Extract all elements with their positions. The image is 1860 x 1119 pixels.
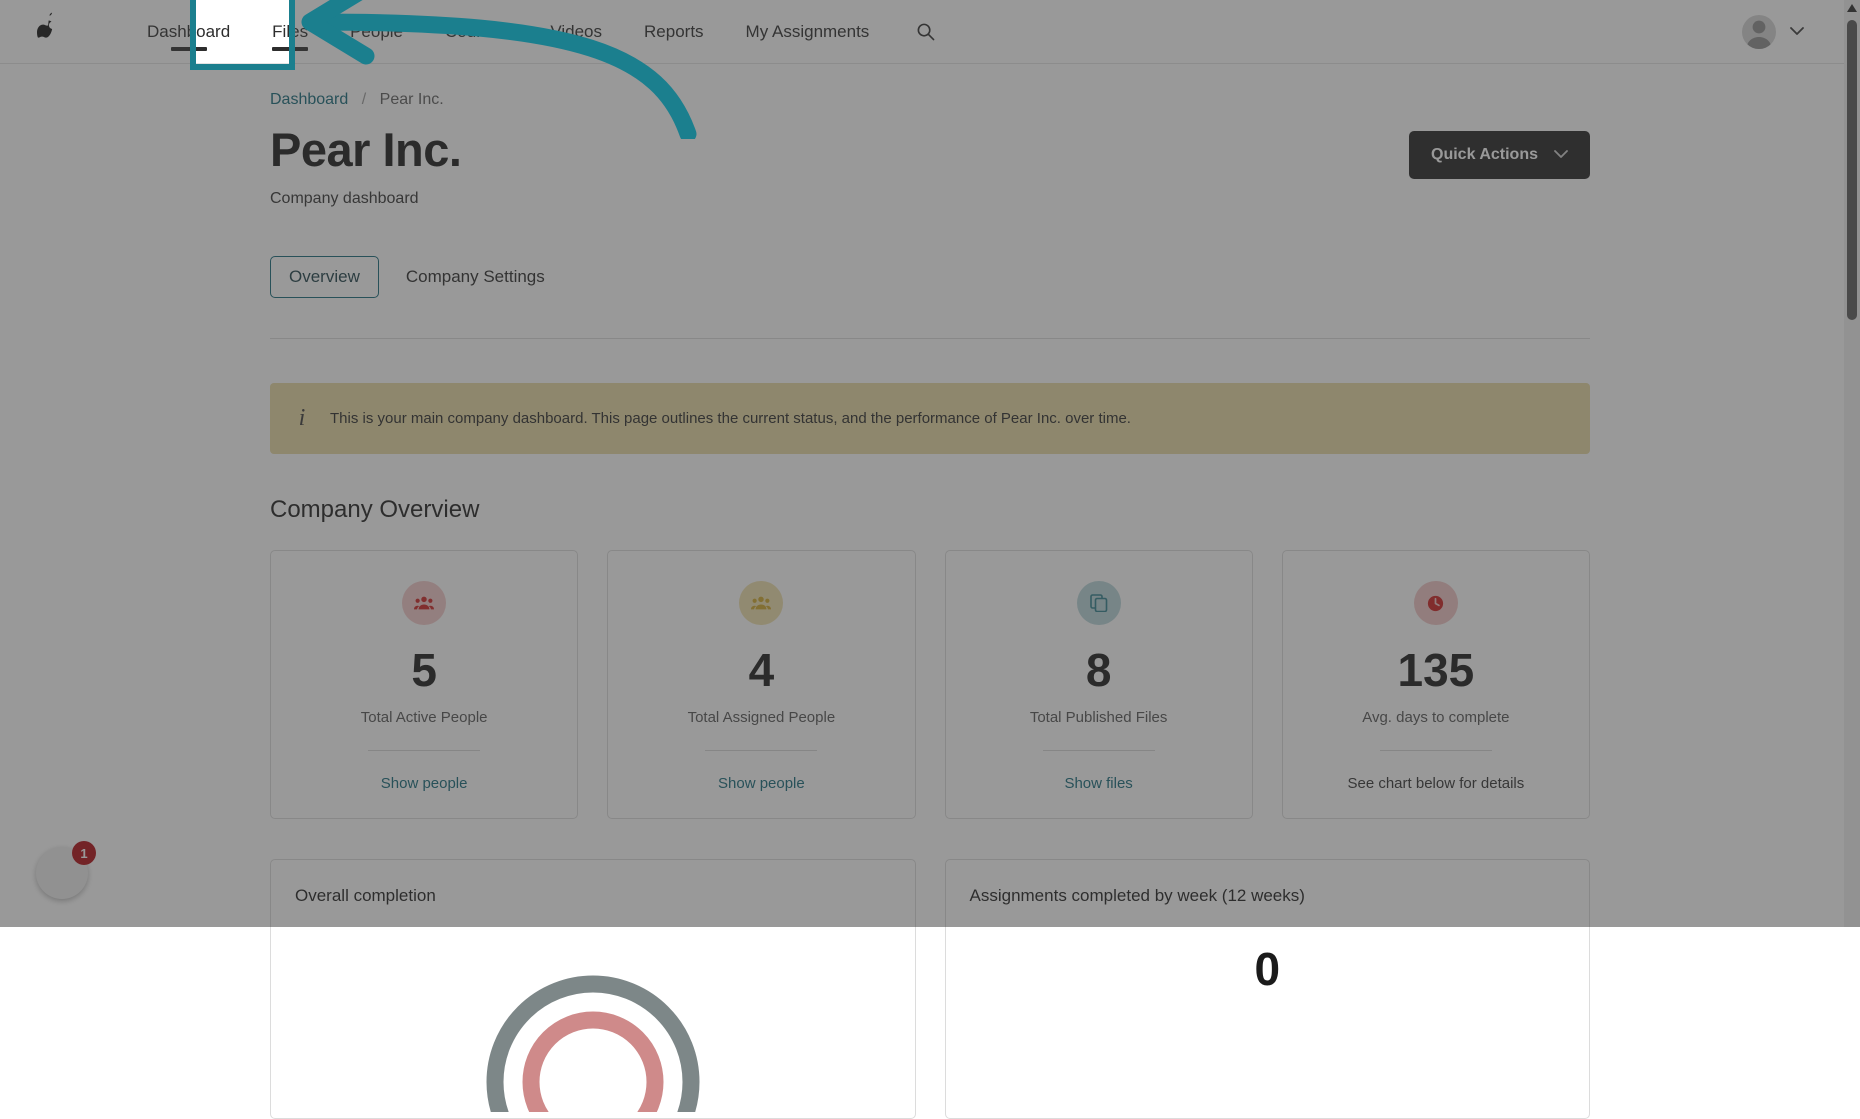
- section-title-company-overview: Company Overview: [270, 496, 1590, 524]
- section-divider: [270, 338, 1590, 339]
- stat-label: Avg. days to complete: [1301, 709, 1571, 726]
- chart-card-assignments-by-week: Assignments completed by week (12 weeks)…: [945, 859, 1591, 1119]
- card-rule: [368, 750, 480, 751]
- chevron-down-icon: [1554, 146, 1568, 164]
- stat-card-avg-days-to-complete: 135 Avg. days to complete See chart belo…: [1282, 550, 1590, 819]
- scroll-up-arrow-icon[interactable]: [1844, 0, 1860, 16]
- stat-card-grid: 5 Total Active People Show people: [270, 550, 1590, 819]
- clock-icon: [1414, 581, 1458, 625]
- nav-item-label: My Assignments: [746, 22, 870, 42]
- scrollbar-thumb[interactable]: [1847, 20, 1857, 320]
- people-group-icon: [402, 581, 446, 625]
- main-content: Dashboard / Pear Inc. Pear Inc. Company …: [270, 64, 1590, 1119]
- people-group-icon: [739, 581, 783, 625]
- stat-card-total-published-files: 8 Total Published Files Show files: [945, 550, 1253, 819]
- info-banner-text: This is your main company dashboard. Thi…: [330, 410, 1131, 427]
- stat-card-action-link[interactable]: Show people: [626, 775, 896, 792]
- stat-label: Total Active People: [289, 709, 559, 726]
- stat-label: Total Published Files: [964, 709, 1234, 726]
- stat-label: Total Assigned People: [626, 709, 896, 726]
- stat-value: 4: [626, 647, 896, 693]
- chart-title: Overall completion: [295, 886, 891, 906]
- stat-value: 135: [1301, 647, 1571, 693]
- vertical-scrollbar[interactable]: [1844, 0, 1860, 927]
- notification-badge: 1: [72, 841, 96, 865]
- tab-label: Overview: [289, 267, 360, 286]
- tab-label: Company Settings: [406, 267, 545, 286]
- user-avatar-icon[interactable]: [1742, 15, 1776, 49]
- info-banner: i This is your main company dashboard. T…: [270, 383, 1590, 454]
- stat-value: 5: [289, 647, 559, 693]
- chart-card-overall-completion: Overall completion: [270, 859, 916, 1119]
- stat-card-action-note: See chart below for details: [1301, 775, 1571, 792]
- copy-files-icon: [1077, 581, 1121, 625]
- card-rule: [705, 750, 817, 751]
- account-area: [1742, 15, 1834, 49]
- card-rule: [1043, 750, 1155, 751]
- app-root: Dashboard Files People Courses Videos Re…: [0, 0, 1860, 927]
- chart-title: Assignments completed by week (12 weeks): [970, 886, 1566, 906]
- tab-overview[interactable]: Overview: [270, 256, 379, 298]
- quick-actions-label: Quick Actions: [1431, 146, 1538, 164]
- pear-logo-icon[interactable]: [26, 10, 70, 54]
- tab-company-settings[interactable]: Company Settings: [387, 256, 564, 298]
- search-icon[interactable]: [908, 15, 942, 49]
- curved-arrow-left-icon: [280, 0, 700, 139]
- chevron-down-icon[interactable]: [1790, 23, 1804, 41]
- assignments-total-value: 0: [970, 942, 1566, 996]
- completion-gauge-chart: [295, 932, 891, 1112]
- card-rule: [1380, 750, 1492, 751]
- stat-card-total-active-people: 5 Total Active People Show people: [270, 550, 578, 819]
- chart-row: Overall completion Assignments completed…: [270, 859, 1590, 1119]
- info-icon: i: [296, 405, 308, 432]
- stat-card-action-link[interactable]: Show files: [964, 775, 1234, 792]
- stat-value: 8: [964, 647, 1234, 693]
- stat-card-total-assigned-people: 4 Total Assigned People Show people: [607, 550, 915, 819]
- help-bubble-icon[interactable]: 1: [36, 847, 88, 899]
- quick-actions-button[interactable]: Quick Actions: [1409, 131, 1590, 179]
- nav-item-my-assignments[interactable]: My Assignments: [725, 0, 891, 64]
- stat-card-action-link[interactable]: Show people: [289, 775, 559, 792]
- page-subtitle: Company dashboard: [270, 190, 461, 208]
- tab-bar: Overview Company Settings: [270, 256, 1590, 298]
